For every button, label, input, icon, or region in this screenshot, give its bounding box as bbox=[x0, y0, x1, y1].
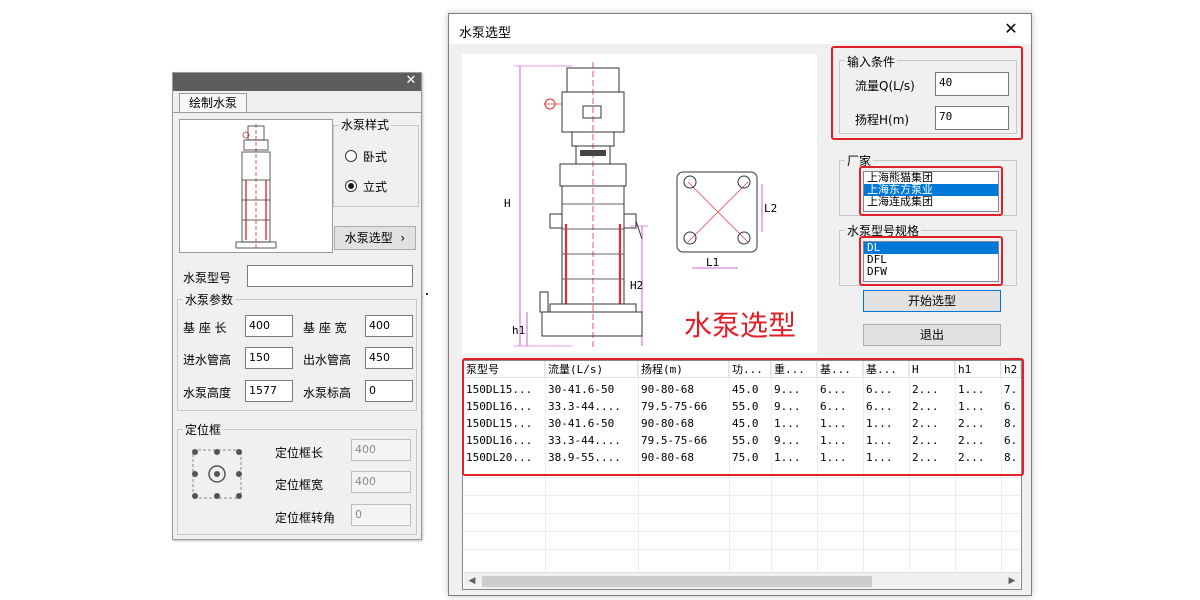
head-input[interactable]: 70 bbox=[935, 106, 1009, 130]
manufacturer-list[interactable]: 上海熊猫集团 上海东方泵业 上海连成集团 bbox=[863, 171, 999, 212]
tab-divider bbox=[173, 112, 421, 113]
base-width-input[interactable]: 400 bbox=[365, 315, 413, 337]
scrollbar-thumb[interactable] bbox=[482, 576, 872, 587]
radio-horizontal-label: 卧式 bbox=[363, 150, 388, 164]
pump-select-button[interactable]: 水泵选型 › bbox=[334, 226, 416, 250]
inlet-height-input[interactable]: 150 bbox=[245, 347, 293, 369]
flow-input[interactable]: 40 bbox=[935, 72, 1009, 96]
overlay-caption: 水泵选型 bbox=[684, 309, 797, 342]
frame-rotation-label: 定位框转角 bbox=[275, 511, 336, 525]
radio-vertical[interactable] bbox=[345, 180, 357, 192]
chevron-right-icon: › bbox=[396, 231, 406, 245]
dialog-title: 水泵选型 bbox=[459, 26, 512, 41]
cursor-dot bbox=[426, 293, 428, 295]
scroll-left-icon[interactable]: ◀ bbox=[466, 576, 478, 587]
dim-label-l1: L1 bbox=[706, 256, 720, 269]
outlet-height-input[interactable]: 450 bbox=[365, 347, 413, 369]
base-length-input[interactable]: 400 bbox=[245, 315, 293, 337]
exit-button[interactable]: 退出 bbox=[863, 324, 1001, 346]
base-length-label: 基 座 长 bbox=[183, 321, 227, 335]
frame-length-label: 定位框长 bbox=[275, 446, 324, 460]
dim-label-l2: L2 bbox=[764, 202, 778, 215]
pump-height-input[interactable]: 1577 bbox=[245, 380, 293, 402]
pump-params-title: 水泵参数 bbox=[183, 291, 236, 308]
frame-length-input[interactable]: 400 bbox=[351, 439, 411, 461]
tab-draw-pump[interactable]: 绘制水泵 bbox=[179, 93, 247, 113]
dim-label-h1: h1 bbox=[512, 324, 526, 337]
pump-select-button-label: 水泵选型 bbox=[344, 231, 393, 245]
manufacturer-item[interactable]: 上海连成集团 bbox=[864, 196, 998, 208]
head-label: 扬程H(m) bbox=[855, 113, 910, 127]
inlet-height-label: 进水管高 bbox=[183, 353, 232, 367]
vertical-pump-thumbnail-drawing bbox=[235, 124, 277, 250]
conditions-title: 输入条件 bbox=[845, 53, 898, 70]
spec-list[interactable]: DL DFL DFW bbox=[863, 241, 999, 282]
horizontal-scrollbar[interactable]: ◀ ▶ bbox=[464, 572, 1020, 589]
base-width-label: 基 座 宽 bbox=[303, 321, 347, 335]
pump-style-title: 水泵样式 bbox=[339, 116, 392, 133]
frame-rotation-input[interactable]: 0 bbox=[351, 504, 411, 526]
radio-vertical-label: 立式 bbox=[363, 180, 388, 194]
pump-model-label: 水泵型号 bbox=[183, 271, 232, 285]
dim-label-h2: H2 bbox=[630, 279, 644, 292]
pump-preview-thumbnail bbox=[179, 119, 333, 253]
outlet-height-label: 出水管高 bbox=[303, 353, 352, 367]
results-highlight bbox=[462, 358, 1024, 476]
spec-item[interactable]: DFW bbox=[864, 266, 998, 278]
panel-titlebar[interactable]: ✕ bbox=[173, 73, 421, 91]
flow-label: 流量Q(L/s) bbox=[855, 79, 915, 93]
start-selection-button[interactable]: 开始选型 bbox=[863, 290, 1001, 312]
frame-width-label: 定位框宽 bbox=[275, 478, 324, 492]
pump-elevation-input[interactable]: 0 bbox=[365, 380, 413, 402]
pump-selection-dialog: 水泵选型 ✕ H H2 h1 L1 L2 水泵选型 输入条件 流量Q(L/s) … bbox=[448, 13, 1032, 596]
scroll-right-icon[interactable]: ▶ bbox=[1006, 576, 1018, 587]
draw-pump-panel: ✕ 绘制水泵 水泵样式 卧式 立式 水泵选型 › 水泵型号 水泵参数 基 座 长… bbox=[172, 72, 422, 540]
positioning-frame-icon bbox=[189, 445, 245, 503]
close-icon[interactable]: ✕ bbox=[404, 74, 418, 88]
pump-height-label: 水泵高度 bbox=[183, 386, 232, 400]
positioning-frame-title: 定位框 bbox=[183, 421, 224, 438]
dialog-titlebar[interactable]: 水泵选型 ✕ bbox=[449, 14, 1031, 44]
close-icon[interactable]: ✕ bbox=[1001, 19, 1021, 39]
dim-label-h: H bbox=[504, 197, 511, 210]
pump-drawing-preview: H H2 h1 L1 L2 水泵选型 bbox=[462, 54, 817, 354]
frame-width-input[interactable]: 400 bbox=[351, 471, 411, 493]
pump-model-input[interactable] bbox=[247, 265, 413, 287]
radio-horizontal[interactable] bbox=[345, 150, 357, 162]
pump-elevation-label: 水泵标高 bbox=[303, 386, 352, 400]
